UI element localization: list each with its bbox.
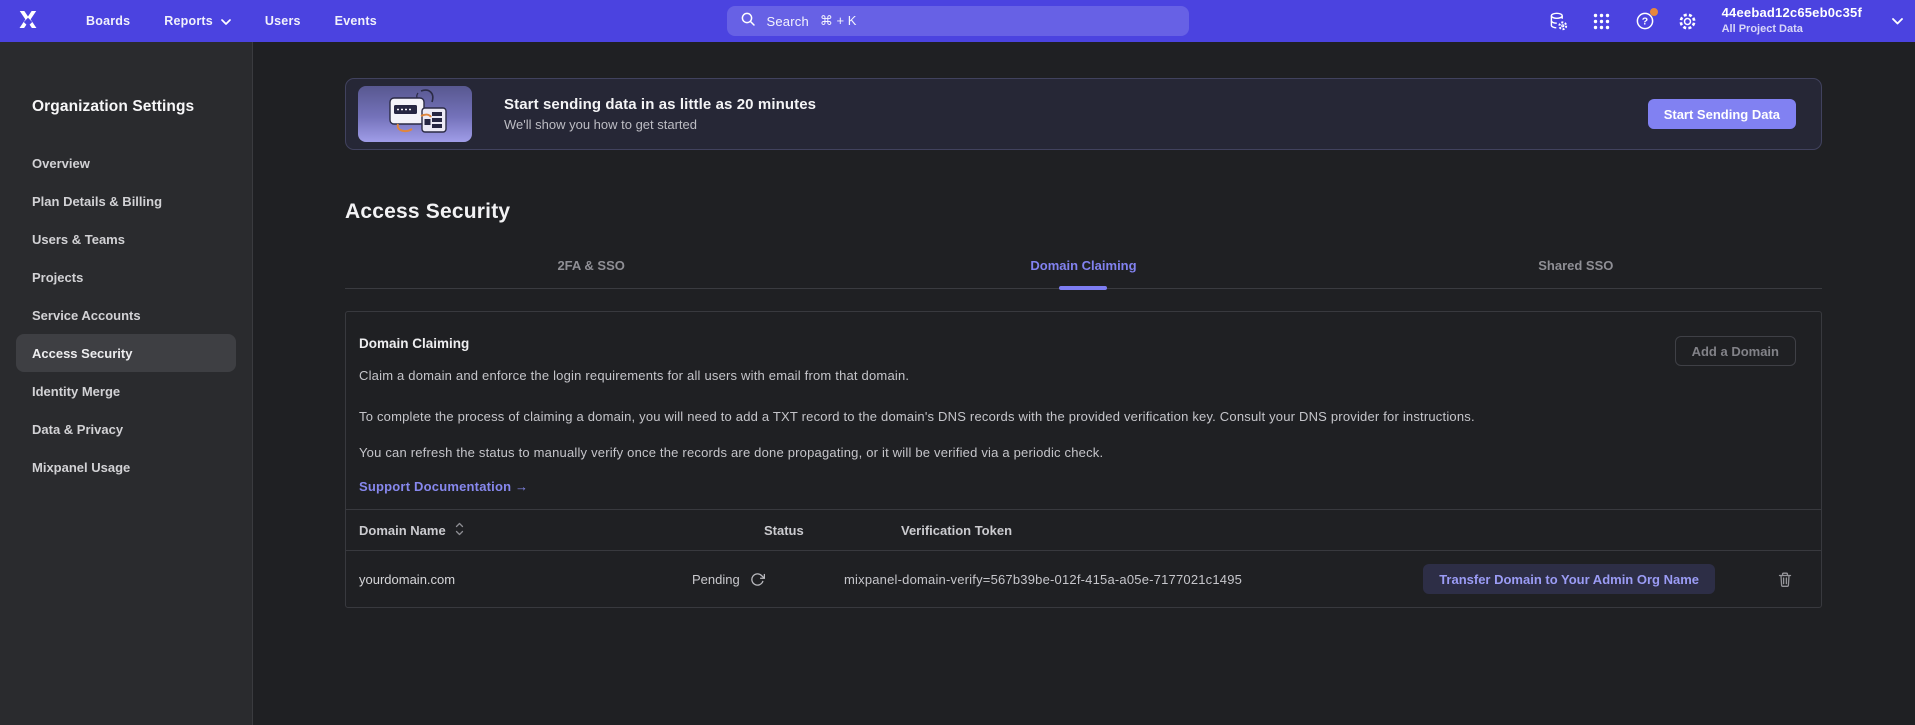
onboarding-banner: Start sending data in as little as 20 mi… (345, 78, 1822, 150)
domains-table: Domain Name Status Verification Token (346, 509, 1821, 607)
getting-started-illustration (358, 86, 472, 142)
app-window: X Boards Reports Users Events Search ⌘ +… (0, 0, 1915, 725)
card-paragraph: To complete the process of claiming a do… (359, 406, 1619, 427)
top-nav-left: X Boards Reports Users Events (0, 6, 377, 36)
search-shortcut: ⌘ + K (820, 13, 857, 29)
main-content: Start sending data in as little as 20 mi… (253, 42, 1915, 725)
domain-row: yourdomain.com Pending mixpanel-domain-v… (346, 551, 1821, 607)
tab-domain-claiming-label: Domain Claiming (1030, 258, 1136, 273)
nav-item-boards[interactable]: Boards (86, 14, 130, 28)
mixpanel-logo[interactable]: X (14, 6, 42, 36)
banner-text: Start sending data in as little as 20 mi… (504, 96, 816, 132)
start-sending-data-button[interactable]: Start Sending Data (1648, 99, 1796, 129)
project-id: 44eebad12c65eb0c35f (1722, 5, 1862, 22)
notification-badge (1650, 8, 1658, 16)
project-switcher[interactable]: 44eebad12c65eb0c35f All Project Data (1722, 5, 1862, 36)
nav-item-reports-label: Reports (164, 14, 213, 28)
tab-shared-sso[interactable]: Shared SSO (1330, 242, 1822, 288)
help-icon[interactable]: ? (1634, 10, 1656, 32)
transfer-domain-button[interactable]: Transfer Domain to Your Admin Org Name (1423, 564, 1715, 594)
domain-name-cell: yourdomain.com (359, 572, 692, 587)
sidebar-title: Organization Settings (0, 98, 252, 116)
sidebar-item-mixpanel-usage[interactable]: Mixpanel Usage (16, 448, 236, 486)
card-paragraph: You can refresh the status to manually v… (359, 442, 1619, 463)
verification-token-cell: mixpanel-domain-verify=567b39be-012f-415… (844, 572, 1423, 587)
status-badge: Pending (692, 572, 740, 587)
svg-text:?: ? (1641, 16, 1647, 28)
active-tab-indicator (1059, 286, 1107, 290)
nav-item-events[interactable]: Events (335, 14, 377, 28)
column-header-verification-token: Verification Token (901, 523, 1796, 538)
page-title: Access Security (345, 200, 1822, 224)
access-security-tabs: 2FA & SSO Domain Claiming Shared SSO (345, 242, 1822, 289)
search-placeholder: Search (767, 14, 809, 29)
tab-2fa-sso[interactable]: 2FA & SSO (345, 242, 837, 288)
nav-item-users[interactable]: Users (265, 14, 301, 28)
add-a-domain-button[interactable]: Add a Domain (1675, 336, 1796, 366)
data-management-icon[interactable] (1548, 10, 1570, 32)
status-cell: Pending (692, 572, 844, 587)
project-scope: All Project Data (1722, 22, 1862, 36)
project-chevron-down-icon[interactable] (1892, 18, 1903, 25)
card-title: Domain Claiming (359, 336, 1796, 351)
sidebar-item-access-security[interactable]: Access Security (16, 334, 236, 372)
delete-domain-icon[interactable] (1777, 571, 1793, 588)
search-input[interactable]: Search ⌘ + K (727, 6, 1189, 36)
card-paragraph: Claim a domain and enforce the login req… (359, 365, 1619, 386)
domain-claiming-card: Domain Claiming Add a Domain Claim a dom… (345, 311, 1822, 608)
banner-title: Start sending data in as little as 20 mi… (504, 96, 816, 113)
banner-subtitle: We'll show you how to get started (504, 117, 816, 132)
column-header-domain-name-label: Domain Name (359, 523, 446, 538)
nav-item-reports[interactable]: Reports (164, 14, 231, 28)
settings-gear-icon[interactable] (1677, 10, 1699, 32)
support-documentation-link[interactable]: Support Documentation → (359, 479, 528, 494)
sidebar-item-identity-merge[interactable]: Identity Merge (16, 372, 236, 410)
org-settings-sidebar: Organization Settings Overview Plan Deta… (0, 42, 253, 725)
top-nav-bar: X Boards Reports Users Events Search ⌘ +… (0, 0, 1915, 42)
chevron-down-icon (221, 14, 231, 28)
page-body: Organization Settings Overview Plan Deta… (0, 42, 1915, 725)
apps-grid-icon[interactable] (1591, 10, 1613, 32)
sidebar-item-projects[interactable]: Projects (16, 258, 236, 296)
sort-icon[interactable] (455, 522, 464, 539)
sidebar-item-overview[interactable]: Overview (16, 144, 236, 182)
domains-table-header: Domain Name Status Verification Token (346, 510, 1821, 551)
top-nav-right: ? 44eebad12c65eb0c35f All Project Data (1548, 0, 1903, 42)
tab-domain-claiming[interactable]: Domain Claiming (837, 242, 1329, 288)
column-header-domain-name[interactable]: Domain Name (359, 522, 764, 539)
sidebar-item-service-accounts[interactable]: Service Accounts (16, 296, 236, 334)
sidebar-item-users-teams[interactable]: Users & Teams (16, 220, 236, 258)
sidebar-item-plan-details-billing[interactable]: Plan Details & Billing (16, 182, 236, 220)
refresh-status-icon[interactable] (750, 572, 765, 587)
search-icon (740, 11, 756, 32)
sidebar-item-data-privacy[interactable]: Data & Privacy (16, 410, 236, 448)
column-header-status: Status (764, 523, 901, 538)
